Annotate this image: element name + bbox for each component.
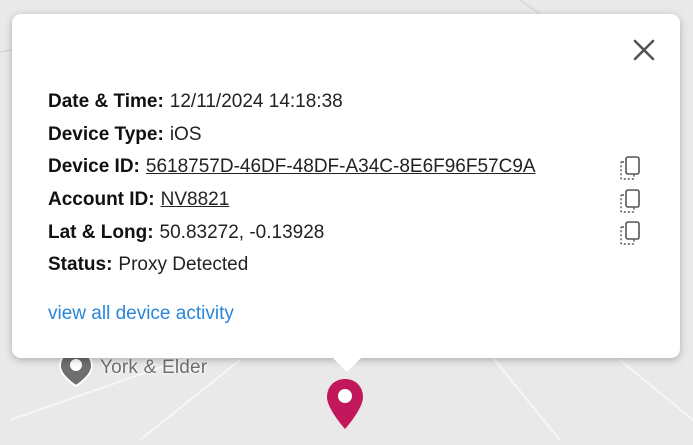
detail-label: Account ID: <box>48 189 155 211</box>
detail-label: Lat & Long: <box>48 221 154 243</box>
poi-label: York & Elder <box>100 357 208 378</box>
detail-label: Date & Time: <box>48 91 164 113</box>
copy-icon <box>620 156 640 180</box>
copy-account-id-button[interactable] <box>618 187 644 215</box>
detail-row-lat-long: Lat & Long: 50.83272, -0.13928 <box>48 216 648 249</box>
close-button[interactable] <box>630 36 658 64</box>
copy-icon <box>620 221 640 246</box>
location-marker-icon[interactable] <box>326 378 364 435</box>
device-info-popup: Date & Time: 12/11/2024 14:18:38 Device … <box>12 14 680 372</box>
detail-row-device-id: Device ID: 5618757D-46DF-48DF-A34C-8E6F9… <box>48 151 648 184</box>
copy-device-id-button[interactable] <box>618 154 644 182</box>
detail-value: 50.83272, -0.13928 <box>159 221 325 243</box>
view-all-device-activity-link[interactable]: view all device activity <box>48 303 234 325</box>
detail-label: Device Type: <box>48 123 164 145</box>
detail-row-device-type: Device Type: iOS <box>48 119 648 152</box>
detail-row-date-time: Date & Time: 12/11/2024 14:18:38 <box>48 86 648 119</box>
popup-tail <box>332 357 362 372</box>
detail-value: 12/11/2024 14:18:38 <box>169 91 343 113</box>
device-details: Date & Time: 12/11/2024 14:18:38 Device … <box>48 86 648 282</box>
device-id-link[interactable]: 5618757D-46DF-48DF-A34C-8E6F96F57C9A <box>146 156 536 178</box>
detail-label: Device ID: <box>48 156 140 178</box>
close-icon <box>633 39 655 61</box>
detail-label: Status: <box>48 254 113 276</box>
account-id-link[interactable]: NV8821 <box>161 189 230 211</box>
copy-icon <box>620 188 640 213</box>
detail-row-account-id: Account ID: NV8821 <box>48 184 648 217</box>
copy-lat-long-button[interactable] <box>618 219 644 247</box>
detail-value: Proxy Detected <box>118 254 249 276</box>
detail-value: iOS <box>169 123 202 145</box>
detail-row-status: Status: Proxy Detected <box>48 249 648 282</box>
